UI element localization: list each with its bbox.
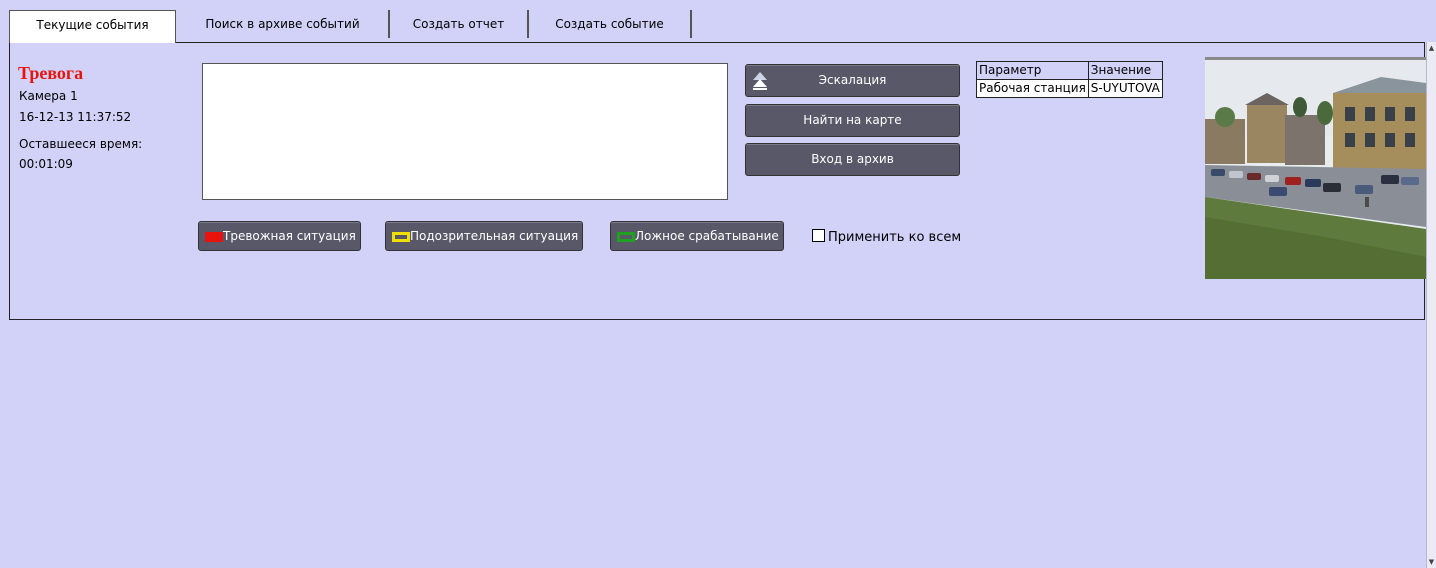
false-alarm-button[interactable]: Ложное срабатывание xyxy=(610,221,784,251)
suspicious-situation-label: Подозрительная ситуация xyxy=(410,229,579,243)
event-camera: Камера 1 xyxy=(19,89,78,103)
table-header-row: Параметр Значение xyxy=(976,61,1163,80)
find-on-map-button[interactable]: Найти на карте xyxy=(745,104,960,137)
value-header: Значение xyxy=(1087,61,1163,80)
remaining-time-value: 00:01:09 xyxy=(19,157,73,171)
tab-create-event[interactable]: Создать событие xyxy=(529,10,692,38)
tab-bar: Текущие события Поиск в архиве событий С… xyxy=(9,10,1434,43)
apply-to-all-checkbox[interactable]: Применить ко всем xyxy=(812,229,961,245)
vertical-scrollbar[interactable]: ▲ ▼ xyxy=(1426,42,1436,568)
comment-textarea[interactable] xyxy=(202,63,728,200)
false-alarm-label: Ложное срабатывание xyxy=(635,229,779,243)
param-cell: Рабочая станция xyxy=(976,79,1089,98)
camera-image xyxy=(1205,57,1426,279)
remaining-time-label: Оставшееся время: xyxy=(19,137,143,151)
param-header: Параметр xyxy=(976,61,1089,80)
camera-snapshot[interactable] xyxy=(1205,57,1426,279)
tab-create-report[interactable]: Создать отчет xyxy=(390,10,529,38)
archive-entry-button[interactable]: Вход в архив xyxy=(745,143,960,176)
event-panel: Тревога Камера 1 16-12-13 11:37:52 Остав… xyxy=(9,42,1426,320)
event-title: Тревога xyxy=(18,63,84,83)
suspicious-situation-button[interactable]: Подозрительная ситуация xyxy=(385,221,584,251)
value-cell: S-UYUTOVA xyxy=(1087,79,1163,98)
escalation-button[interactable]: Эскалация xyxy=(745,64,960,97)
scroll-down-icon[interactable]: ▼ xyxy=(1427,556,1436,568)
apply-to-all-label: Применить ко всем xyxy=(828,230,962,245)
alarm-situation-button[interactable]: Тревожная ситуация xyxy=(198,221,361,251)
tab-archive-search[interactable]: Поиск в архиве событий xyxy=(177,10,390,38)
escalation-label: Эскалация xyxy=(818,73,887,87)
scroll-up-icon[interactable]: ▲ xyxy=(1427,42,1436,54)
checkbox-box[interactable] xyxy=(812,229,825,242)
tab-current-events[interactable]: Текущие события xyxy=(9,10,176,43)
event-monitor-window: Текущие события Поиск в архиве событий С… xyxy=(0,0,1436,568)
alarm-color-swatch xyxy=(205,232,223,242)
table-row: Рабочая станция S-UYUTOVA xyxy=(976,79,1163,98)
alarm-situation-label: Тревожная ситуация xyxy=(223,229,356,243)
false-alarm-color-swatch xyxy=(617,232,635,242)
suspicious-color-swatch xyxy=(392,232,410,242)
parameters-table: Параметр Значение Рабочая станция S-UYUT… xyxy=(976,61,1163,98)
event-datetime: 16-12-13 11:37:52 xyxy=(19,110,132,124)
double-chevron-up-icon xyxy=(753,72,767,90)
